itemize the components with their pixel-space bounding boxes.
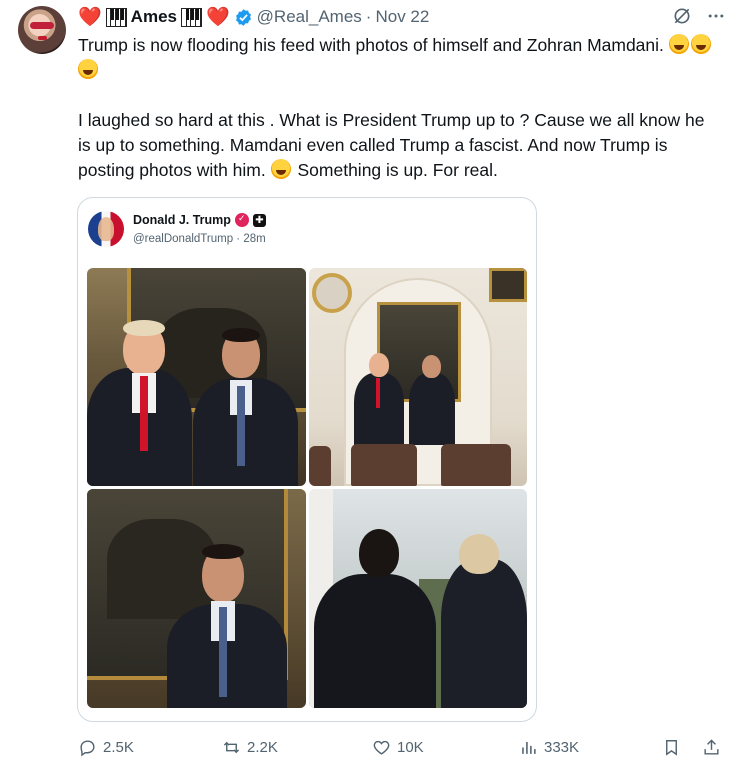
bookmark-icon bbox=[666, 740, 677, 756]
verified-badge-icon bbox=[235, 8, 251, 26]
photo-oval-office-wide[interactable] bbox=[309, 268, 527, 486]
hair bbox=[123, 320, 165, 336]
avatar-lips bbox=[38, 36, 47, 40]
blue-tie bbox=[237, 386, 245, 466]
like-button[interactable]: 10K bbox=[372, 738, 424, 757]
head bbox=[359, 529, 399, 577]
repost-count: 2.2K bbox=[247, 739, 278, 756]
red-tie bbox=[376, 378, 380, 408]
verified-badge-icon bbox=[234, 213, 249, 227]
repost-button[interactable]: 2.2K bbox=[222, 738, 278, 757]
author-handle[interactable]: @Real_Ames bbox=[257, 7, 362, 27]
photo-trump-mamdani-portrait[interactable] bbox=[87, 268, 306, 486]
views-icon bbox=[522, 741, 536, 754]
piano-emoji-icon bbox=[105, 7, 127, 27]
author-name[interactable]: Ames bbox=[131, 7, 177, 27]
like-icon bbox=[373, 740, 390, 755]
rolling-laughing-emoji-icon bbox=[78, 59, 98, 79]
suit bbox=[441, 559, 527, 708]
tweet-paragraph: Trump is now flooding his feed with phot… bbox=[78, 33, 718, 83]
heart-emoji-icon: ❤️ bbox=[205, 6, 230, 28]
tweet-top-actions bbox=[672, 6, 726, 32]
avatar-glasses bbox=[30, 22, 54, 29]
more-icon[interactable] bbox=[706, 6, 726, 32]
rolling-laughing-emoji-icon bbox=[690, 34, 711, 54]
blue-tie bbox=[219, 607, 227, 697]
avatar[interactable] bbox=[18, 6, 66, 54]
separator-dot: · bbox=[236, 233, 241, 245]
head bbox=[369, 353, 389, 377]
tweet-actions: 2.5K 2.2K 10K 333K bbox=[78, 738, 738, 760]
hair bbox=[202, 544, 244, 559]
head bbox=[459, 534, 499, 574]
head bbox=[422, 355, 441, 378]
grok-icon[interactable] bbox=[672, 6, 692, 32]
views-button[interactable]: 333K bbox=[519, 738, 579, 757]
quoted-author-name[interactable]: Donald J. Trump bbox=[133, 213, 231, 227]
rolling-laughing-emoji-icon bbox=[270, 159, 291, 179]
bookmark-button[interactable] bbox=[662, 738, 681, 757]
tweet-date[interactable]: Nov 22 bbox=[375, 7, 429, 27]
suit bbox=[409, 373, 455, 445]
views-count: 333K bbox=[544, 739, 580, 756]
rolling-laughing-emoji-icon bbox=[668, 34, 689, 54]
reply-count: 2.5K bbox=[103, 739, 134, 756]
affiliate-badge-icon: ✚ bbox=[252, 213, 266, 227]
chair bbox=[309, 446, 331, 486]
mirror bbox=[312, 273, 352, 313]
painting-figure bbox=[107, 519, 217, 619]
like-count: 10K bbox=[397, 739, 424, 756]
quoted-author-avatar[interactable] bbox=[88, 211, 124, 247]
suit bbox=[314, 574, 436, 708]
share-icon bbox=[704, 739, 719, 755]
quoted-author-meta: @realDonaldTrump · 28m bbox=[133, 233, 266, 245]
tweet-paragraph: I laughed so hard at this . What is Pres… bbox=[78, 110, 705, 180]
separator-dot: · bbox=[365, 7, 372, 26]
frame bbox=[489, 268, 527, 302]
quoted-author-name-row: Donald J. Trump ✚ bbox=[133, 213, 266, 227]
chair bbox=[441, 444, 511, 486]
reply-icon bbox=[80, 740, 95, 757]
photo-mamdani-portrait[interactable] bbox=[87, 489, 306, 708]
red-tie bbox=[140, 376, 148, 451]
tweet-body: Trump is now flooding his feed with phot… bbox=[78, 33, 718, 208]
share-button[interactable] bbox=[702, 738, 721, 757]
quoted-author-handle: @realDonaldTrump bbox=[133, 233, 234, 245]
reply-button[interactable]: 2.5K bbox=[78, 738, 134, 757]
quoted-time: 28m bbox=[243, 233, 266, 245]
repost-icon bbox=[223, 741, 240, 754]
heart-emoji-icon: ❤️ bbox=[78, 6, 102, 28]
piano-emoji-icon bbox=[180, 7, 202, 27]
hair bbox=[222, 328, 260, 342]
photo-window-backs[interactable] bbox=[309, 489, 527, 708]
chair bbox=[351, 444, 417, 486]
quoted-tweet-card[interactable]: Donald J. Trump ✚ @realDonaldTrump · 28m bbox=[77, 197, 537, 722]
tweet-header: ❤️ Ames ❤️ @Real_Ames · Nov 22 bbox=[78, 6, 429, 28]
